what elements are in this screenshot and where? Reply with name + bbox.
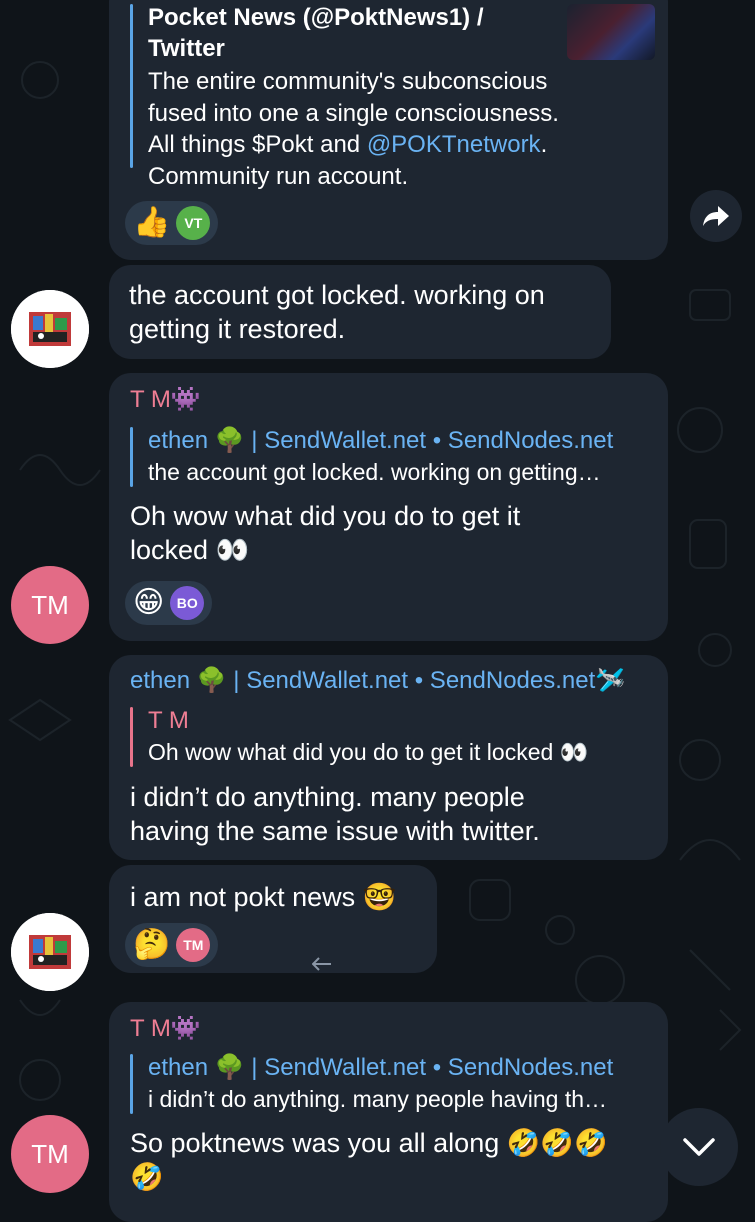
message-text: So poktnews was you all along 🤣🤣🤣 🤣 [130, 1128, 608, 1192]
plane-icon: 🛩️ [595, 667, 626, 694]
reply-arrow-icon[interactable] [312, 957, 332, 971]
quote-author: ethen 🌳 | SendWallet.net • SendNodes.net [148, 427, 614, 454]
reply-quote[interactable]: ethen 🌳 | SendWallet.net • SendNodes.net… [130, 1052, 673, 1116]
avatar-ethen[interactable] [11, 290, 89, 368]
scroll-down-button[interactable] [660, 1108, 738, 1186]
quote-author: T M [148, 707, 189, 734]
sender-name[interactable]: ethen 🌳 | SendWallet.net • SendNodes.net… [130, 666, 625, 696]
avatar-tm[interactable]: TM [11, 1115, 89, 1193]
forward-button[interactable] [690, 190, 742, 242]
reaction-chip[interactable]: 🤔 TM [125, 923, 219, 967]
avatar-ethen[interactable] [11, 913, 89, 991]
message-text: i didn’t do anything. many people having… [130, 782, 540, 846]
tree-icon: 🌳 [214, 427, 245, 454]
thumbs-up-icon: 👍 [133, 206, 171, 239]
avatar-artwork-icon [11, 290, 89, 368]
quote-text: i didn’t do anything. many people having… [148, 1086, 608, 1112]
reaction-chip[interactable]: 😁 BO [125, 581, 213, 625]
message-text: Oh wow what did you do to get it locked … [130, 501, 521, 565]
reply-quote[interactable]: ethen 🌳 | SendWallet.net • SendNodes.net… [130, 425, 673, 489]
alien-icon: 👾 [170, 1015, 201, 1042]
message-bubble[interactable]: the account got locked. working on getti… [109, 265, 611, 359]
reply-quote[interactable]: T M Oh wow what did you do to get it loc… [130, 705, 673, 769]
reactor-avatar: TM [176, 928, 211, 962]
message-bubble-reply[interactable]: T M👾 ethen 🌳 | SendWallet.net • SendNode… [109, 1002, 668, 1222]
preview-thumbnail[interactable] [567, 4, 655, 60]
alien-icon: 👾 [170, 386, 201, 413]
reactor-avatar: VT [176, 206, 211, 240]
sender-name[interactable]: T M👾 [130, 1014, 201, 1044]
message-text: the account got locked. working on getti… [129, 280, 545, 344]
reaction-chip[interactable]: 👍 VT [125, 201, 219, 245]
reactor-avatar: BO [170, 586, 205, 620]
quote-text: Oh wow what did you do to get it locked … [148, 739, 589, 765]
avatar-tm[interactable]: TM [11, 566, 89, 644]
quote-author: ethen 🌳 | SendWallet.net • SendNodes.net [148, 1054, 614, 1081]
thinking-icon: 🤔 [133, 928, 171, 961]
forward-arrow-icon [703, 206, 729, 226]
message-bubble[interactable]: i am not pokt news 🤓 🤔 TM [109, 865, 437, 973]
grin-icon: 😁 [133, 586, 165, 619]
message-link-preview[interactable]: Pocket News (@PoktNews1) / Twitter The e… [109, 0, 668, 260]
tree-icon: 🌳 [214, 1054, 245, 1081]
tree-icon: 🌳 [196, 667, 227, 694]
avatar-artwork-icon [11, 913, 89, 991]
message-text: i am not pokt news 🤓 [130, 882, 397, 912]
mention-link[interactable]: @POKTnetwork [367, 131, 541, 158]
message-bubble-reply[interactable]: ethen 🌳 | SendWallet.net • SendNodes.net… [109, 655, 668, 860]
preview-description: The entire community's subconscious fuse… [148, 68, 559, 190]
sender-name[interactable]: T M👾 [130, 385, 201, 415]
message-bubble-reply[interactable]: T M👾 ethen 🌳 | SendWallet.net • SendNode… [109, 373, 668, 641]
chevron-down-icon [683, 1138, 715, 1156]
quote-text: the account got locked. working on getti… [148, 459, 601, 485]
